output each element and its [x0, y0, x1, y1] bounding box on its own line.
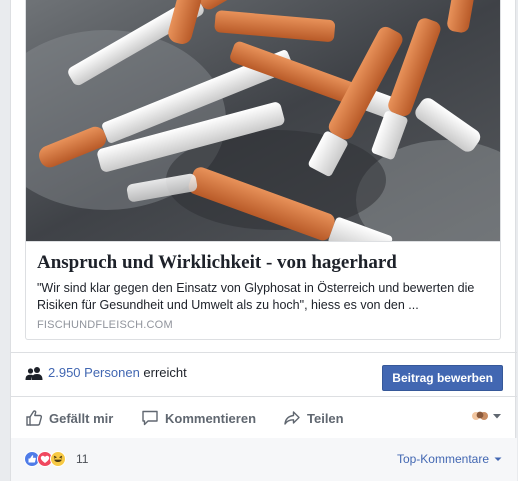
comment-sort-dropdown[interactable]: Top-Kommentare: [397, 452, 503, 466]
like-label: Gefällt mir: [49, 410, 114, 426]
page-avatars-icon: [472, 411, 488, 420]
share-arrow-icon: [284, 411, 300, 425]
link-description: "Wir sind klar gegen den Einsatz von Gly…: [37, 281, 475, 312]
haha-reaction-icon: [50, 451, 66, 467]
reactions-bar: 11 Top-Kommentare: [11, 438, 517, 481]
share-button[interactable]: Teilen: [283, 397, 344, 439]
link-title[interactable]: Anspruch und Wirklichkeit - von hagerhar…: [37, 252, 491, 274]
share-label: Teilen: [307, 410, 344, 426]
feed-post: Anspruch und Wirklichkeit - von hagerhar…: [10, 0, 517, 481]
comment-icon: [142, 410, 158, 426]
comment-sort-label: Top-Kommentare: [396, 452, 489, 466]
link-domain: FISCHUNDFLEISCH.COM: [37, 319, 173, 331]
link-preview-text[interactable]: Anspruch und Wirklichkeit - von hagerhar…: [26, 241, 500, 339]
reach-text: 2.950 Personen erreicht: [48, 365, 187, 380]
comment-label: Kommentieren: [165, 410, 257, 426]
comment-button[interactable]: Kommentieren: [141, 397, 256, 439]
reaction-count[interactable]: 11: [76, 452, 88, 466]
thumbs-up-icon: [26, 410, 43, 426]
reach-suffix: erreicht: [143, 365, 187, 380]
chevron-down-icon: [494, 457, 502, 461]
reach-bar: 2.950 Personen erreicht Beitrag bewerben: [11, 352, 517, 397]
link-preview-card[interactable]: Anspruch und Wirklichkeit - von hagerhar…: [25, 0, 501, 340]
boost-post-button[interactable]: Beitrag bewerben: [382, 365, 503, 391]
reaction-icons[interactable]: [24, 451, 72, 467]
link-preview-image[interactable]: [26, 0, 501, 241]
reach-count-link[interactable]: 2.950 Personen: [48, 365, 140, 380]
post-actions: Gefällt mir Kommentieren Teilen: [11, 396, 517, 440]
audience-selector[interactable]: [471, 409, 503, 423]
people-icon: [25, 367, 43, 380]
like-button[interactable]: Gefällt mir: [25, 397, 113, 439]
chevron-down-icon: [493, 414, 501, 419]
